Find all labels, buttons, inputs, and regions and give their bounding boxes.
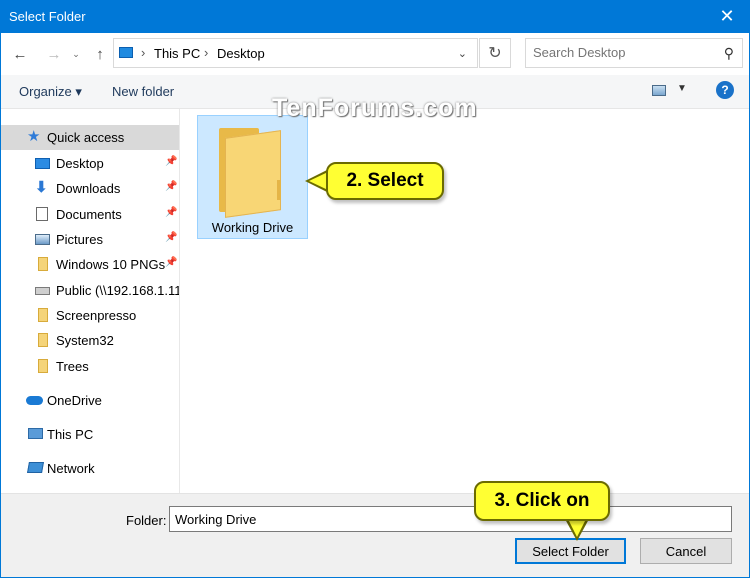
sidebar-item-label: Desktop bbox=[56, 156, 104, 171]
sidebar-item-system32[interactable]: System32 bbox=[1, 328, 179, 353]
documents-icon bbox=[36, 207, 48, 221]
callout-step3: 3. Click on bbox=[474, 481, 610, 521]
sidebar-item-label: Screenpresso bbox=[56, 308, 137, 323]
new-folder-button[interactable]: New folder bbox=[112, 84, 174, 99]
network-icon bbox=[27, 462, 44, 473]
file-list: Working Drive bbox=[181, 109, 750, 493]
sidebar-item-pictures[interactable]: Pictures 📌 bbox=[1, 227, 179, 252]
title-bar: Select Folder ✕ bbox=[0, 0, 750, 33]
sidebar-item-label: Documents bbox=[56, 207, 122, 222]
chevron-down-icon[interactable]: ▼ bbox=[677, 83, 687, 94]
breadcrumb-desktop[interactable]: Desktop bbox=[217, 46, 265, 61]
navigation-pane: ★ Quick access Desktop 📌 ⬇ Downloads 📌 D… bbox=[1, 109, 180, 493]
folder-icon bbox=[38, 359, 48, 373]
sidebar-item-label: Windows 10 PNGs bbox=[56, 257, 166, 272]
downloads-icon: ⬇ bbox=[35, 179, 48, 196]
cancel-button[interactable]: Cancel bbox=[640, 538, 732, 564]
up-arrow-icon[interactable]: ↑ bbox=[89, 43, 111, 65]
dialog-footer: Folder: Select Folder Cancel bbox=[0, 493, 750, 578]
sidebar-item-label: Downloads bbox=[56, 181, 121, 196]
pin-icon: 📌 bbox=[165, 232, 178, 243]
pin-icon: 📌 bbox=[165, 257, 178, 268]
sidebar-item-quick-access[interactable]: ★ Quick access bbox=[1, 125, 179, 150]
search-icon[interactable]: ⚲ bbox=[724, 45, 734, 62]
sidebar-item-windows-10-pngs[interactable]: Windows 10 PNGs 📌 bbox=[1, 252, 179, 277]
computer-icon bbox=[28, 428, 43, 439]
refresh-icon[interactable]: ↻ bbox=[479, 38, 511, 68]
organize-menu[interactable]: Organize ▾ bbox=[19, 84, 82, 100]
pictures-icon bbox=[35, 234, 50, 245]
folder-icon bbox=[38, 333, 48, 347]
sidebar-item-downloads[interactable]: ⬇ Downloads 📌 bbox=[1, 176, 179, 201]
back-arrow-icon[interactable]: ← bbox=[9, 43, 31, 65]
folder-field[interactable] bbox=[169, 506, 732, 532]
watermark: TenForums.com bbox=[272, 94, 478, 122]
sidebar-item-label: OneDrive bbox=[47, 393, 102, 408]
large-folder-icon bbox=[219, 128, 281, 218]
sidebar-item-desktop[interactable]: Desktop 📌 bbox=[1, 151, 179, 176]
this-pc-icon bbox=[119, 47, 133, 58]
sidebar-item-network[interactable]: Network bbox=[1, 456, 179, 481]
folder-icon bbox=[38, 257, 48, 271]
sidebar-item-documents[interactable]: Documents 📌 bbox=[1, 202, 179, 227]
star-icon: ★ bbox=[27, 128, 41, 145]
sidebar-item-onedrive[interactable]: OneDrive bbox=[1, 388, 179, 413]
sidebar-item-label: This PC bbox=[47, 427, 94, 442]
callout-step2: 2. Select bbox=[326, 162, 444, 200]
help-icon[interactable]: ? bbox=[716, 81, 734, 99]
sidebar-item-this-pc[interactable]: This PC bbox=[1, 422, 179, 447]
search-box[interactable]: ⚲ bbox=[525, 38, 743, 68]
folder-field-label: Folder: bbox=[126, 513, 167, 528]
network-drive-icon bbox=[35, 287, 50, 295]
folder-icon bbox=[38, 308, 48, 322]
folder-item-selected[interactable]: Working Drive bbox=[197, 115, 308, 239]
forward-arrow-icon[interactable]: → bbox=[43, 43, 65, 65]
chevron-down-icon[interactable]: ⌄ bbox=[458, 47, 467, 60]
pin-icon: 📌 bbox=[165, 181, 178, 192]
sidebar-item-label: Public (\\192.168.1.116 bbox=[56, 283, 180, 298]
sidebar-item-screenpresso[interactable]: Screenpresso bbox=[1, 303, 179, 328]
chevron-right-icon: › bbox=[141, 45, 146, 60]
window-title: Select Folder bbox=[9, 9, 86, 24]
desktop-icon bbox=[35, 158, 50, 169]
search-input[interactable] bbox=[533, 45, 713, 60]
sidebar-item-label: Pictures bbox=[56, 232, 103, 247]
sidebar-item-public-share[interactable]: Public (\\192.168.1.116 bbox=[1, 278, 179, 303]
chevron-right-icon: › bbox=[204, 45, 209, 60]
pin-icon: 📌 bbox=[165, 156, 178, 167]
select-folder-button[interactable]: Select Folder bbox=[515, 538, 626, 564]
sidebar-item-label: Quick access bbox=[47, 130, 125, 145]
sidebar-item-trees[interactable]: Trees bbox=[1, 354, 179, 379]
address-bar[interactable]: › This PC › Desktop ⌄ bbox=[113, 38, 478, 68]
recent-dropdown-icon[interactable]: ⌄ bbox=[65, 43, 87, 65]
close-icon[interactable]: ✕ bbox=[704, 0, 750, 33]
folder-item-label: Working Drive bbox=[211, 220, 294, 235]
pin-icon: 📌 bbox=[165, 207, 178, 218]
sidebar-item-label: Network bbox=[47, 461, 95, 476]
breadcrumb-this-pc[interactable]: This PC bbox=[154, 46, 200, 61]
sidebar-item-label: System32 bbox=[56, 333, 114, 348]
cloud-icon bbox=[26, 396, 43, 405]
sidebar-item-label: Trees bbox=[56, 359, 89, 374]
change-view-icon[interactable] bbox=[652, 85, 666, 96]
